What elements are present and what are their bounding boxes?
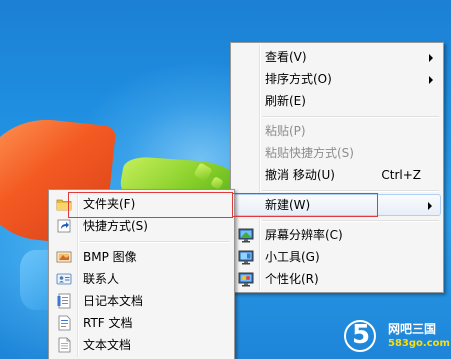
new-submenu: 文件夹(F) 快捷方式(S) BMP 图像 联系人 日记本文档 RTF 文档 文… xyxy=(48,189,235,359)
menu-item-label: 查看(V) xyxy=(265,50,307,64)
gadgets-icon xyxy=(238,249,254,265)
menu-item-label: 文本文档 xyxy=(83,338,132,352)
journal-document-icon xyxy=(56,293,72,309)
menu-item-label: 屏幕分辨率(C) xyxy=(265,228,343,242)
menu-item-refresh[interactable]: 刷新(E) xyxy=(233,90,441,112)
menu-item-undo-move[interactable]: 撤消 移动(U) Ctrl+Z xyxy=(233,164,441,186)
screen-resolution-icon xyxy=(238,227,254,243)
menu-item-label: 个性化(R) xyxy=(265,272,319,286)
folder-icon xyxy=(56,196,72,212)
watermark-digit: 5 xyxy=(352,320,371,350)
menu-item-sort-by[interactable]: 排序方式(O) xyxy=(233,68,441,90)
menu-separator xyxy=(262,220,439,222)
submenu-item-bmp-image[interactable]: BMP 图像 xyxy=(51,246,232,268)
menu-item-label: 文件夹(F) xyxy=(83,197,136,211)
shortcut-icon xyxy=(56,218,72,234)
menu-item-label: 联系人 xyxy=(83,272,120,286)
menu-item-screen-resolution[interactable]: 屏幕分辨率(C) xyxy=(233,224,441,246)
menu-item-paste[interactable]: 粘贴(P) xyxy=(233,120,441,142)
menu-item-label: 日记本文档 xyxy=(83,294,144,308)
menu-separator xyxy=(262,190,439,192)
watermark-url: 583go.com xyxy=(388,338,450,349)
menu-item-label: 粘贴(P) xyxy=(265,124,306,138)
menu-item-personalize[interactable]: 个性化(R) xyxy=(233,268,441,290)
menu-item-label: 刷新(E) xyxy=(265,94,306,108)
menu-item-paste-shortcut[interactable]: 粘贴快捷方式(S) xyxy=(233,142,441,164)
submenu-item-rtf-document[interactable]: RTF 文档 xyxy=(51,312,232,334)
menu-item-label: 排序方式(O) xyxy=(265,72,332,86)
personalize-icon xyxy=(238,271,254,287)
menu-item-label: BMP 图像 xyxy=(83,250,137,264)
menu-separator xyxy=(80,241,230,243)
menu-item-label: 新建(W) xyxy=(265,198,311,212)
menu-item-view[interactable]: 查看(V) xyxy=(233,46,441,68)
text-document-icon xyxy=(56,337,72,353)
watermark-logo: 5 网吧三国 583go.com xyxy=(342,318,451,359)
submenu-item-journal-document[interactable]: 日记本文档 xyxy=(51,290,232,312)
menu-item-new[interactable]: 新建(W) xyxy=(233,194,441,216)
submenu-arrow-icon xyxy=(428,202,432,210)
menu-item-label: 粘贴快捷方式(S) xyxy=(265,146,354,160)
menu-item-label: 撤消 移动(U) xyxy=(265,168,335,182)
menu-item-gadgets[interactable]: 小工具(G) xyxy=(233,246,441,268)
menu-item-shortcut: Ctrl+Z xyxy=(381,168,421,182)
submenu-arrow-icon xyxy=(429,76,433,84)
contact-icon xyxy=(56,271,72,287)
menu-item-label: 快捷方式(S) xyxy=(83,219,148,233)
submenu-item-shortcut[interactable]: 快捷方式(S) xyxy=(51,215,232,237)
menu-item-label: 小工具(G) xyxy=(265,250,320,264)
submenu-item-folder[interactable]: 文件夹(F) xyxy=(51,193,232,215)
watermark-title: 网吧三国 xyxy=(388,322,437,336)
bmp-image-icon xyxy=(56,249,72,265)
menu-separator xyxy=(262,116,439,118)
submenu-item-contact[interactable]: 联系人 xyxy=(51,268,232,290)
submenu-arrow-icon xyxy=(429,54,433,62)
desktop-context-menu: 查看(V) 排序方式(O) 刷新(E) 粘贴(P) 粘贴快捷方式(S) 撤消 移… xyxy=(230,42,444,293)
submenu-item-text-document[interactable]: 文本文档 xyxy=(51,334,232,356)
rtf-document-icon xyxy=(56,315,72,331)
menu-item-label: RTF 文档 xyxy=(83,316,133,330)
